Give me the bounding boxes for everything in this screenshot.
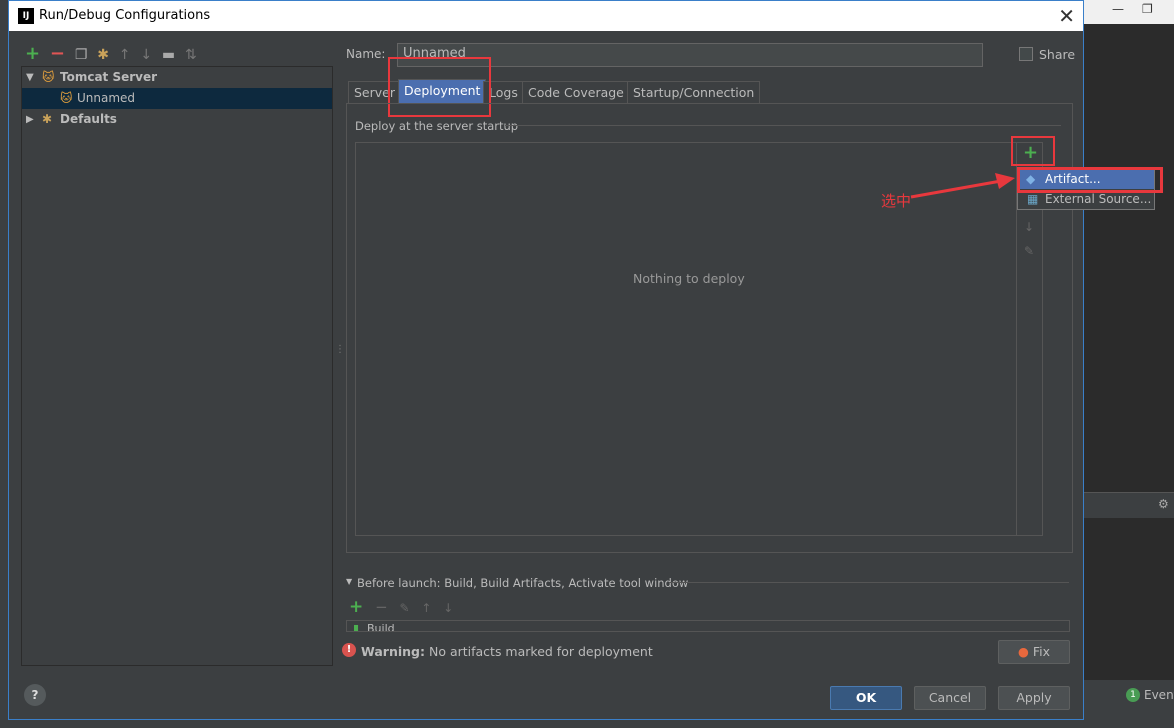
add-icon[interactable]: + xyxy=(349,597,363,617)
config-tree: ▼ 🐱 Tomcat Server 🐱 Unnamed ▶ ✱ Defaults xyxy=(21,66,333,666)
divider xyxy=(669,582,1069,583)
before-launch-label[interactable]: Before launch: Build, Build Artifacts, A… xyxy=(357,576,688,590)
collapse-arrow-icon[interactable]: ▶ xyxy=(26,109,34,130)
intellij-logo-icon: IJ xyxy=(18,8,34,24)
divider xyxy=(505,125,1061,126)
expand-arrow-icon[interactable]: ▼ xyxy=(26,67,34,88)
annotation-arrow xyxy=(910,173,1015,199)
bulb-icon: ● xyxy=(1017,644,1029,659)
share-checkbox[interactable] xyxy=(1019,47,1033,61)
fix-button[interactable]: ● Fix xyxy=(998,640,1070,664)
copy-icon[interactable]: ❐ xyxy=(75,47,88,63)
warning-message: Warning: No artifacts marked for deploym… xyxy=(361,644,653,659)
tree-item-tomcat-server[interactable]: ▼ 🐱 Tomcat Server xyxy=(22,67,332,88)
move-down-icon[interactable]: ↓ xyxy=(443,601,453,615)
before-launch-toolbar: + − ✎ ↑ ↓ xyxy=(349,597,453,617)
tree-label: Unnamed xyxy=(77,91,136,105)
fix-label: Fix xyxy=(1032,644,1051,659)
add-icon[interactable]: + xyxy=(25,43,40,64)
warning-bold: Warning: xyxy=(361,644,425,659)
warning-text: No artifacts marked for deployment xyxy=(428,644,653,659)
edit-icon[interactable]: ✎ xyxy=(399,601,409,615)
folder-icon[interactable]: ▬ xyxy=(162,47,175,63)
warning-icon: ! xyxy=(342,643,356,657)
dialog-title: Run/Debug Configurations xyxy=(39,8,211,23)
help-button[interactable]: ? xyxy=(24,684,46,706)
list-item: Build xyxy=(367,622,395,632)
apply-button[interactable]: Apply xyxy=(998,686,1070,710)
tomcat-icon: 🐱 xyxy=(60,91,73,105)
event-log-badge: 1 xyxy=(1126,688,1140,702)
deploy-list[interactable]: Nothing to deploy xyxy=(355,142,1043,536)
remove-icon[interactable]: − xyxy=(375,598,388,616)
menu-label: External Source... xyxy=(1045,192,1152,206)
annotation-label: 选中 xyxy=(881,192,912,210)
name-label: Name: xyxy=(346,47,386,61)
tab-code-coverage[interactable]: Code Coverage xyxy=(522,81,630,103)
move-up-icon[interactable]: ↑ xyxy=(119,47,131,63)
collapse-arrow-icon[interactable]: ▼ xyxy=(346,577,352,586)
move-down-icon[interactable]: ↓ xyxy=(140,47,152,63)
sort-icon[interactable]: ⇅ xyxy=(185,47,197,63)
remove-icon[interactable]: − xyxy=(50,43,65,64)
highlight-box xyxy=(1017,167,1163,193)
tree-label: Tomcat Server xyxy=(60,70,158,84)
defaults-wrench-icon: ✱ xyxy=(42,112,53,126)
tree-item-unnamed[interactable]: 🐱 Unnamed xyxy=(22,88,332,109)
move-down-icon[interactable]: ↓ xyxy=(1024,220,1034,234)
tree-toolbar: + − ❐ ✱ ↑ ↓ ▬ ⇅ xyxy=(25,43,197,64)
ok-button[interactable]: OK xyxy=(830,686,902,710)
section-label: Deploy at the server startup xyxy=(355,119,519,133)
title-bar: IJ Run/Debug Configurations ✕ xyxy=(9,1,1083,31)
edit-icon[interactable]: ✎ xyxy=(1024,244,1034,258)
before-launch-list[interactable]: ▮ Build xyxy=(346,620,1070,632)
event-log-button[interactable]: Event xyxy=(1144,688,1174,702)
build-icon: ▮ xyxy=(353,622,360,632)
highlight-box xyxy=(1011,136,1055,166)
share-label: Share xyxy=(1039,47,1076,62)
splitter-handle[interactable]: ⋮ xyxy=(335,344,345,355)
run-debug-dialog: IJ Run/Debug Configurations ✕ + − ❐ ✱ ↑ … xyxy=(8,0,1163,720)
move-up-icon[interactable]: ↑ xyxy=(421,601,431,615)
cancel-button[interactable]: Cancel xyxy=(914,686,986,710)
close-button[interactable]: ✕ xyxy=(1058,4,1075,28)
empty-text: Nothing to deploy xyxy=(633,271,745,286)
tab-startup-connection[interactable]: Startup/Connection xyxy=(627,81,761,103)
tree-label: Defaults xyxy=(60,112,117,126)
gear-icon[interactable]: ⚙ xyxy=(1158,497,1169,511)
edit-defaults-icon[interactable]: ✱ xyxy=(97,47,109,63)
tomcat-icon: 🐱 xyxy=(42,70,55,84)
ide-right-area: —❐ ⚙ 1 Event xyxy=(1084,0,1174,728)
tree-item-defaults[interactable]: ▶ ✱ Defaults xyxy=(22,109,332,130)
